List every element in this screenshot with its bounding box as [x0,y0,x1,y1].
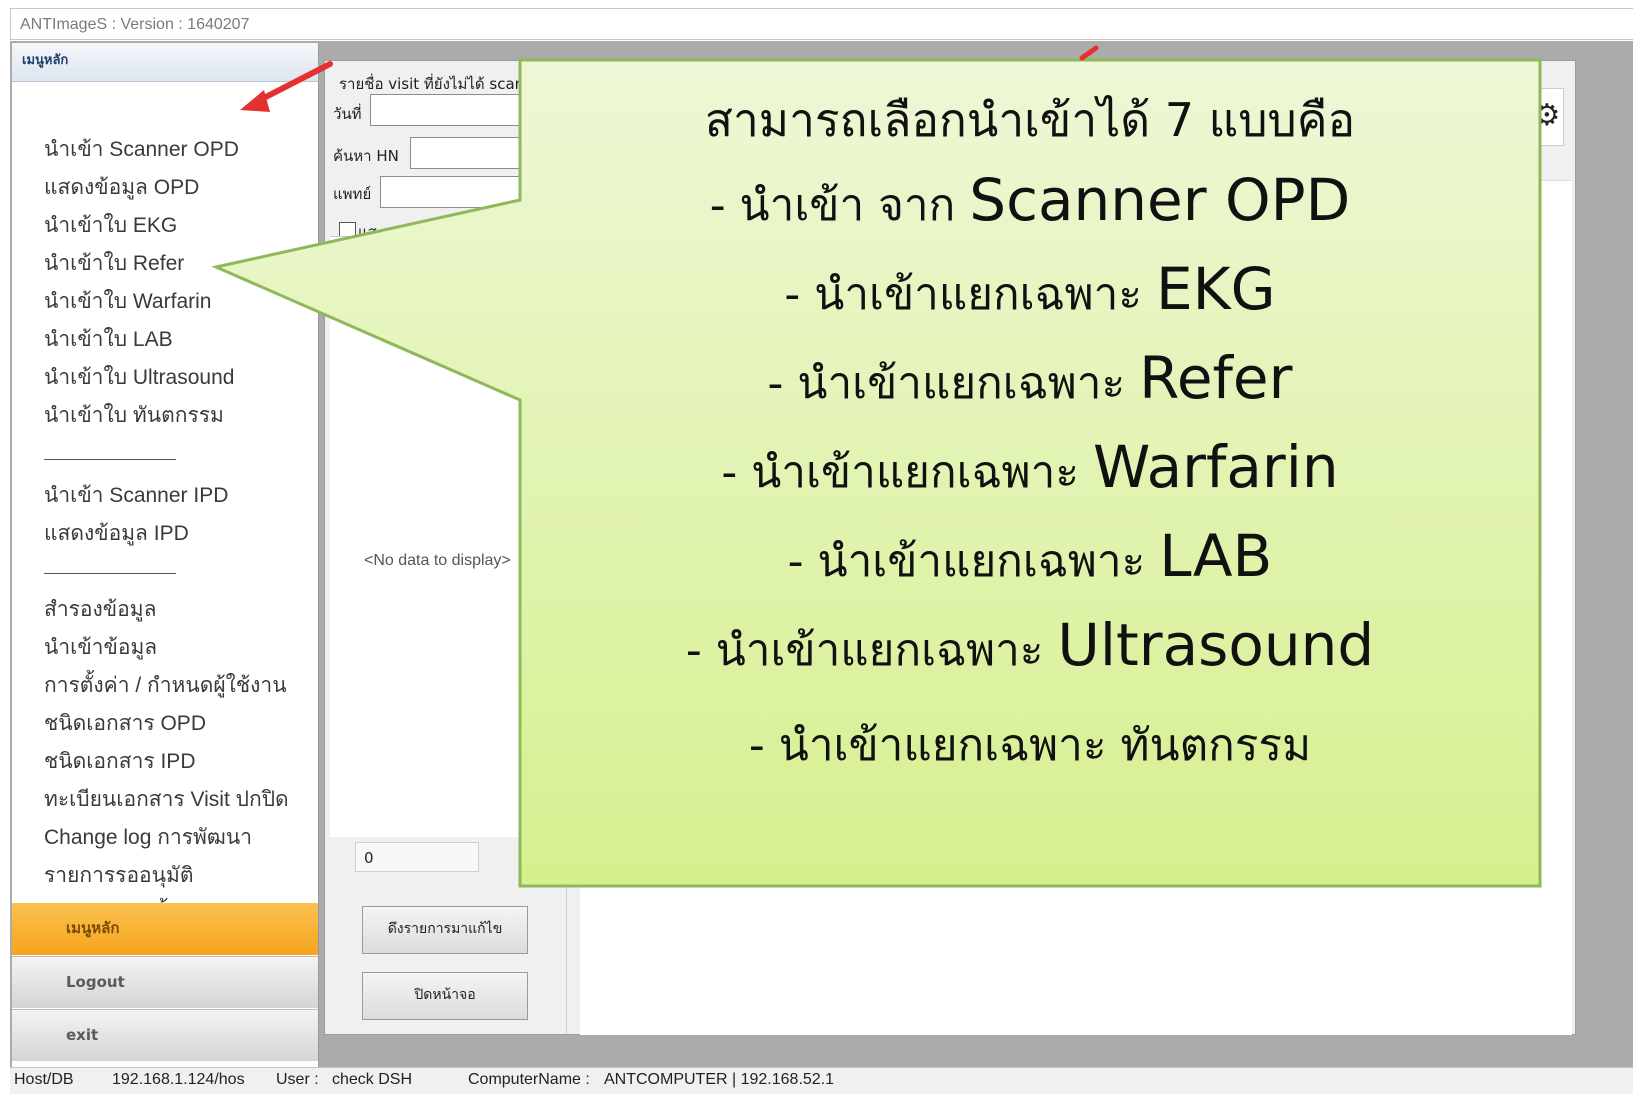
arrow-fragment [1079,45,1099,61]
callout-line-ekg: - นำเข้าแยกเฉพาะ EKG [784,255,1276,323]
arrow-head-icon [240,90,270,112]
callout-line-dental: - นำเข้าแยกเฉพาะ ทันตกรรม [748,720,1312,771]
callout: สามารถเลือกนำเข้าได้ 7 แบบคือ - นำเข้า จ… [520,60,1540,886]
callout-line-ultrasound: - นำเข้าแยกเฉพาะ Ultrasound [685,611,1375,679]
callout-line-warfarin: - นำเข้าแยกเฉพาะ Warfarin [721,433,1339,501]
callout-line-lab: - นำเข้าแยกเฉพาะ LAB [787,522,1273,590]
callout-heading: สามารถเลือกนำเข้าได้ 7 แบบคือ [704,93,1356,147]
callout-line-scanner-opd: - นำเข้า จาก Scanner OPD [709,166,1351,234]
callout-line-refer: - นำเข้าแยกเฉพาะ Refer [767,344,1293,412]
arrow-scanner-opd [253,61,333,105]
